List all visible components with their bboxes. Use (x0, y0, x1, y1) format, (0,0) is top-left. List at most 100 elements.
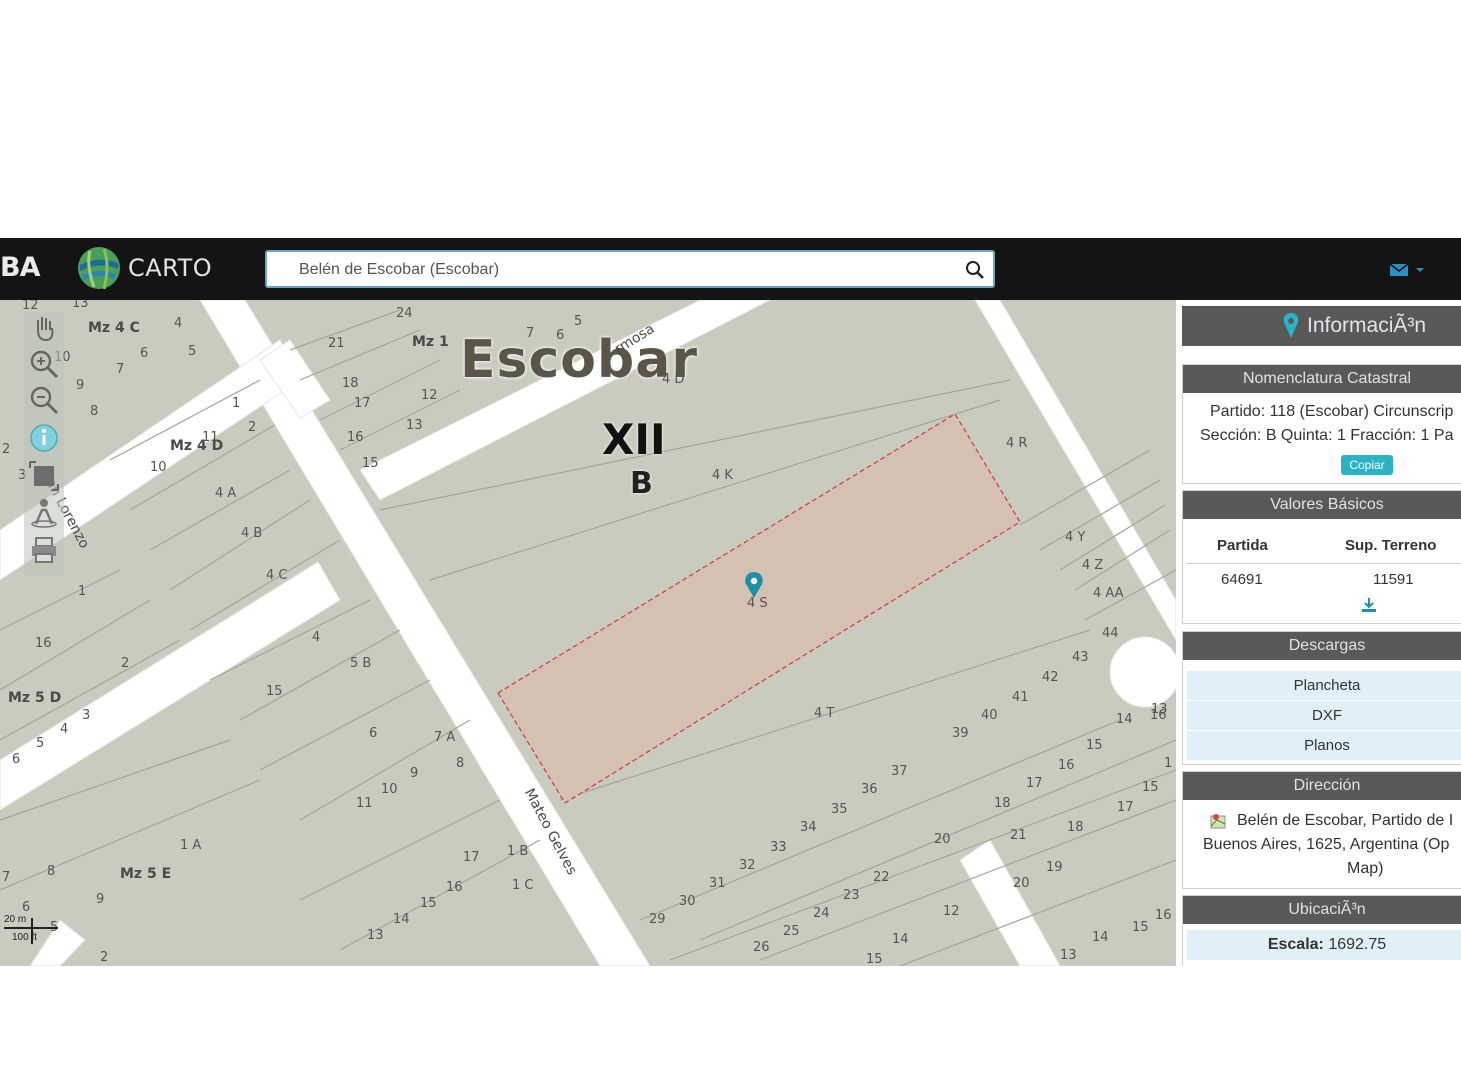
lot-number: 21 (1010, 828, 1027, 843)
lot-number: 6 (556, 328, 565, 343)
lot-number: 17 (1026, 776, 1043, 791)
manzana-label: Mz 5 D (8, 690, 62, 706)
lot-number: 16 (35, 636, 52, 651)
partida-value: 64691 (1221, 571, 1263, 588)
lot-number: 37 (891, 764, 908, 779)
mail-dropdown-icon[interactable] (1388, 260, 1428, 280)
lot-number: 14 (1116, 712, 1133, 727)
search-box[interactable] (265, 250, 995, 288)
lot-number: 4 K (712, 468, 733, 483)
lot-number: 5 (188, 344, 197, 359)
carto-logo-icon[interactable] (76, 245, 122, 291)
lot-number: 36 (861, 782, 878, 797)
lot-number: 42 (1042, 670, 1059, 685)
brand-short[interactable]: BA (0, 252, 40, 283)
pan-hand-icon[interactable] (28, 312, 60, 344)
lot-number: 14 (393, 912, 410, 927)
scale-imperial: 100 ft (12, 932, 38, 943)
lot-number: 9 (410, 766, 419, 781)
lot-number: 4 (312, 630, 321, 645)
lot-number: 18 (994, 796, 1011, 811)
zoom-in-icon[interactable] (28, 348, 60, 380)
download-plancheta[interactable]: Plancheta (1187, 670, 1461, 700)
lot-number: 5 (574, 314, 583, 329)
col-sup-terreno: Sup. Terreno (1345, 537, 1437, 554)
lot-number: 4 T (814, 706, 835, 721)
col-partida: Partida (1217, 537, 1268, 554)
direccion-title: Dirección (1183, 772, 1461, 800)
lot-number: 15 (266, 684, 283, 699)
lot-number: 13 (1060, 948, 1077, 963)
nomenclatura-panel: Nomenclatura Catastral Partido: 118 (Esc… (1182, 364, 1461, 484)
lot-number: 8 (90, 404, 99, 419)
lot-number: 1 (232, 396, 241, 411)
download-dxf[interactable]: DXF (1187, 700, 1461, 730)
lot-number: 7 (526, 326, 535, 341)
lot-number: 13 (367, 928, 384, 943)
measure-area-icon[interactable] (28, 460, 60, 492)
lot-number: 6 (12, 752, 21, 767)
lot-number: 2 (248, 420, 257, 435)
lot-number: 31 (709, 876, 726, 891)
manzana-label: Mz 4 C (88, 320, 140, 336)
scale-value: 1692.75 (1328, 936, 1387, 953)
copy-button[interactable]: Copiar (1341, 455, 1393, 475)
lot-number: 33 (770, 840, 787, 855)
street-view-icon[interactable] (28, 496, 60, 528)
lot-number: 24 (813, 906, 830, 921)
lot-number: 7 (2, 870, 11, 885)
map-toolbar (24, 312, 64, 576)
lot-number: 6 (369, 726, 378, 741)
download-planos[interactable]: Planos (1187, 730, 1461, 760)
lot-number: 1 C (512, 878, 534, 893)
nomenclatura-title: Nomenclatura Catastral (1183, 365, 1461, 393)
search-input[interactable] (297, 257, 941, 283)
lot-number: 13 (406, 418, 423, 433)
nomenclatura-line2: Sección: B Quinta: 1 Fracción: 1 Pa (1200, 427, 1454, 444)
lot-number: 16 (1058, 758, 1075, 773)
lot-number: 5 B (350, 656, 372, 671)
lot-number: 9 (76, 378, 85, 393)
lot-number: 44 (1102, 626, 1119, 641)
lot-number: 10 (381, 782, 398, 797)
lot-number: 2 (2, 442, 11, 457)
map-canvas[interactable]: Escobar XII B San Lorenzo Mateo Gelves r… (0, 300, 1176, 966)
lot-number: 1 B (507, 844, 529, 859)
lot-number: 7 (116, 362, 125, 377)
lot-number: 25 (783, 924, 800, 939)
lot-number: 43 (1072, 650, 1089, 665)
lot-number: 16 (1155, 908, 1172, 923)
lot-number: 9 (96, 892, 105, 907)
lot-number: 17 (354, 396, 371, 411)
valores-panel: Valores Básicos Partida Sup. Terreno 646… (1182, 490, 1461, 624)
lot-number: 5 (36, 736, 45, 751)
lot-number: 4 (60, 722, 69, 737)
lot-number: 19 (1046, 860, 1063, 875)
ubicacion-title: UbicaciÃ³n (1183, 896, 1461, 924)
info-icon[interactable] (28, 422, 60, 454)
lot-number: 11 (356, 796, 373, 811)
lot-number: 4 C (266, 568, 288, 583)
scale-metric: 20 m (4, 914, 27, 925)
scale-bar: 20 m 100 ft (2, 914, 72, 954)
lot-number: 8 (47, 864, 56, 879)
lot-number: 24 (396, 306, 413, 321)
search-icon[interactable] (965, 260, 985, 280)
seccion-label: B (630, 466, 653, 501)
lot-number: 14 (892, 932, 909, 947)
lot-number: 3 (82, 708, 91, 723)
lot-number: 15 (1086, 738, 1103, 753)
valores-title: Valores Básicos (1183, 491, 1461, 519)
lot-number: 7 A (434, 730, 456, 745)
lot-number: 21 (328, 336, 345, 351)
address-map-icon (1210, 814, 1226, 829)
brand-name[interactable]: CARTO (128, 254, 212, 282)
zoom-out-icon[interactable] (28, 384, 60, 416)
lot-number: 30 (679, 894, 696, 909)
descargas-title: Descargas (1183, 632, 1461, 660)
lot-number: 32 (739, 858, 756, 873)
lot-number: 1 (1164, 756, 1173, 771)
lot-number: 23 (843, 888, 860, 903)
print-icon[interactable] (28, 534, 60, 566)
download-icon[interactable] (1360, 597, 1378, 613)
